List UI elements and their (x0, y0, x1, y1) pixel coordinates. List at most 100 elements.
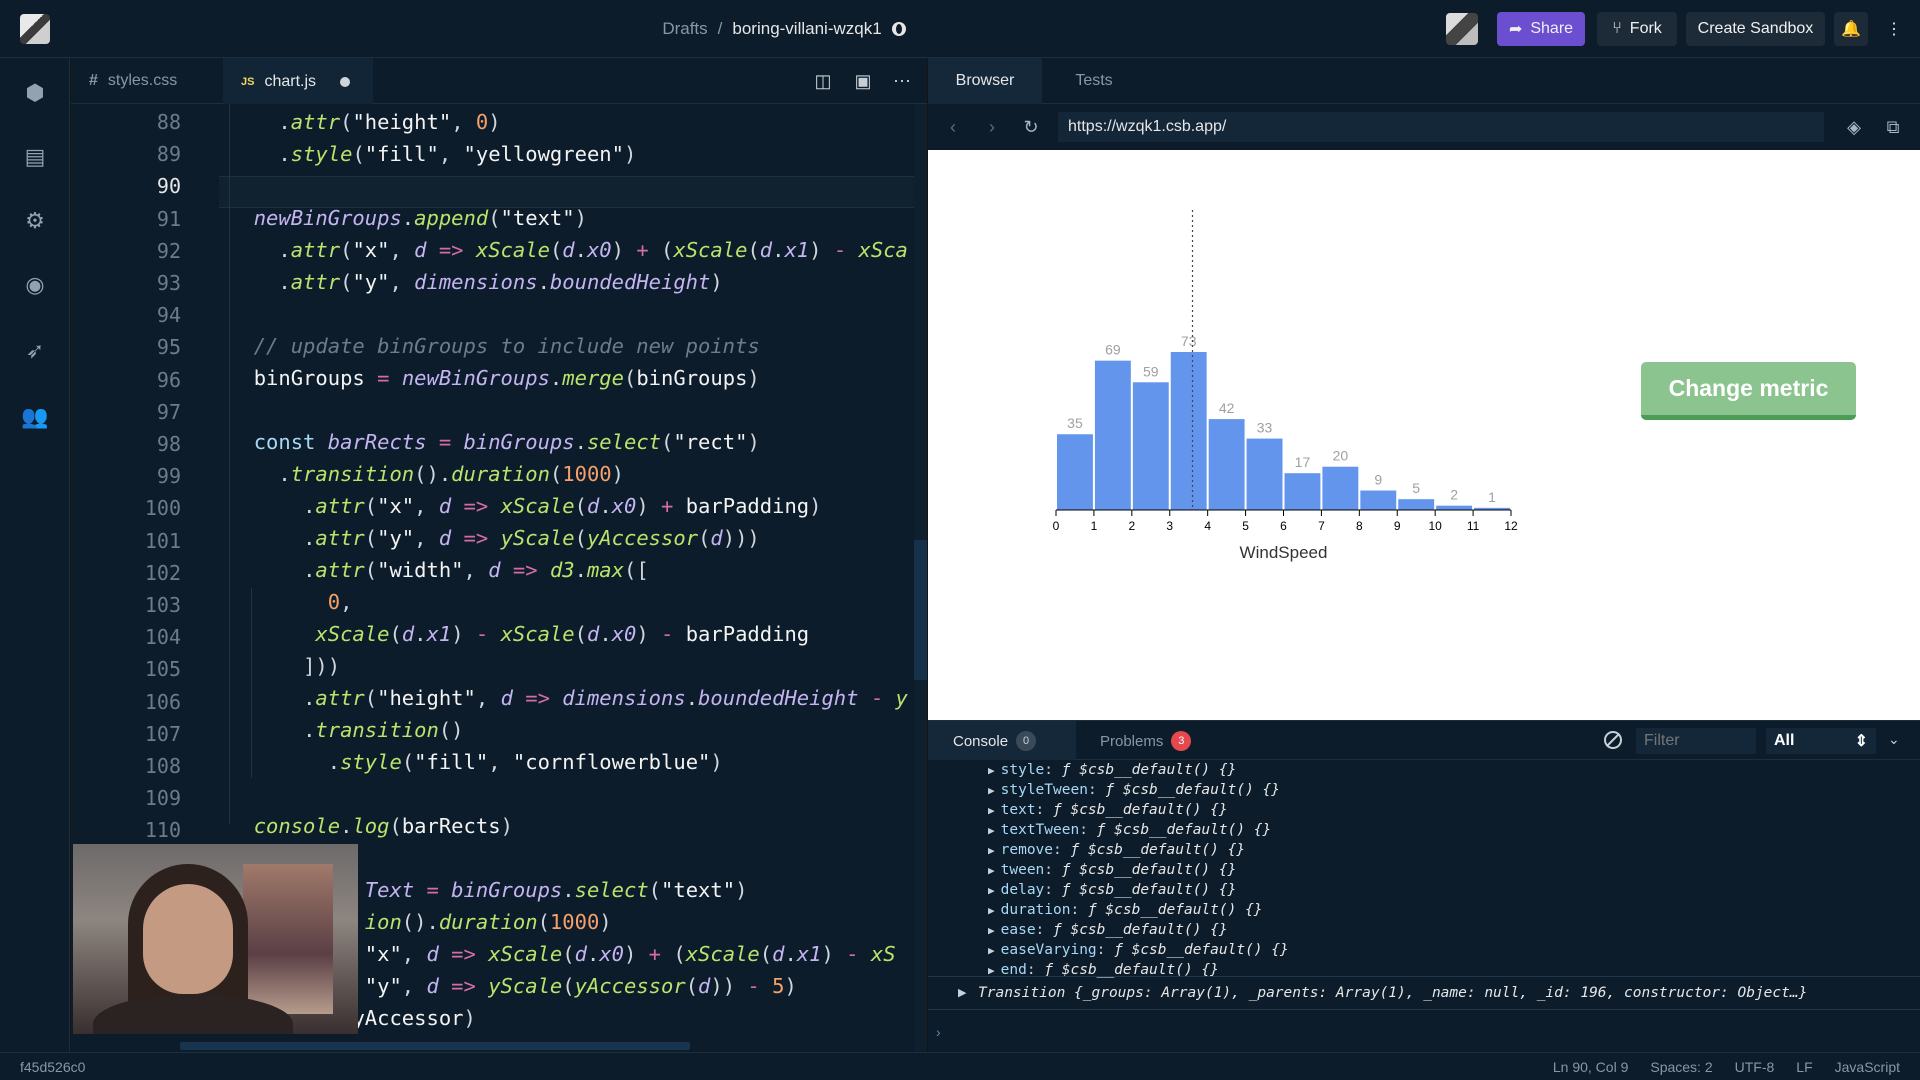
bar-value-label: 17 (1295, 454, 1311, 470)
property-key: duration (1000, 902, 1071, 918)
open-devtools-icon[interactable]: ◈ (1843, 116, 1865, 138)
expand-arrow-icon[interactable]: ▶ (988, 884, 995, 897)
status-bar: f45d526c0 Ln 90, Col 9 Spaces: 2 UTF-8 L… (0, 1052, 1920, 1080)
bar-value-label: 33 (1257, 420, 1273, 436)
github-icon[interactable]: ◉ (22, 272, 48, 298)
clear-console-icon[interactable] (1604, 731, 1622, 749)
browser-url-bar: ‹ › ↻ ◈ ⧉ (928, 104, 1920, 150)
console-property-row[interactable]: ▶ remove: ƒ $csb__default() {} (988, 842, 1245, 858)
console-filter-input[interactable] (1636, 728, 1756, 754)
sandbox-name[interactable]: boring-villani-wzqk1 (732, 19, 881, 39)
expand-arrow-icon[interactable]: ▶ (988, 904, 995, 917)
code-line-108: .style("fill", "cornflowerblue") (327, 750, 723, 774)
line-ending[interactable]: LF (1796, 1059, 1812, 1075)
encoding[interactable]: UTF-8 (1735, 1059, 1775, 1075)
console-property-row[interactable]: ▶ easeVarying: ƒ $csb__default() {} (988, 942, 1289, 958)
expand-arrow-icon[interactable]: ▶ (988, 864, 995, 877)
property-key: remove (1000, 842, 1054, 858)
open-new-window-icon[interactable]: ⧉ (1882, 116, 1904, 138)
breadcrumb-drafts[interactable]: Drafts (662, 19, 707, 39)
language-mode[interactable]: JavaScript (1835, 1059, 1900, 1075)
histogram-bar (1322, 466, 1359, 510)
expand-arrow-icon[interactable]: ▶ (958, 986, 966, 999)
tab-browser[interactable]: Browser (928, 58, 1042, 104)
console-property-row[interactable]: ▶ styleTween: ƒ $csb__default() {} (988, 782, 1280, 798)
property-colon: : (1053, 842, 1071, 858)
expand-arrow-icon[interactable]: ▶ (988, 924, 995, 937)
expand-arrow-icon[interactable]: ▶ (988, 804, 995, 817)
console-prompt-icon[interactable]: › (936, 1024, 941, 1040)
tab-tests[interactable]: Tests (1054, 58, 1134, 104)
expand-arrow-icon[interactable]: ▶ (988, 844, 995, 857)
more-actions-icon[interactable]: ⋯ (891, 70, 913, 92)
x-tick-label: 2 (1128, 519, 1135, 533)
change-metric-button[interactable]: Change metric (1641, 362, 1856, 420)
split-editor-icon[interactable]: ◫ (812, 70, 834, 92)
x-tick-label: 10 (1428, 519, 1442, 533)
console-property-row[interactable]: ▶ tween: ƒ $csb__default() {} (988, 862, 1236, 878)
x-tick-label: 8 (1356, 519, 1363, 533)
line-number: 96 (156, 367, 181, 392)
problems-count-badge: 3 (1171, 731, 1192, 751)
share-button[interactable]: ➦ Share (1497, 12, 1585, 46)
sandbox-cube-icon[interactable]: ⬢ (22, 80, 48, 106)
code-line-104: xScale(d.x1) - xScale(d.x0) - barPadding (315, 622, 810, 646)
x-tick-label: 7 (1318, 519, 1325, 533)
breadcrumb-separator: / (717, 19, 723, 38)
horizontal-scrollbar[interactable] (180, 1042, 690, 1050)
console-property-row[interactable]: ▶ delay: ƒ $csb__default() {} (988, 882, 1236, 898)
line-number: 108 (144, 754, 181, 778)
tab-styles-css[interactable]: # styles.css (71, 58, 223, 104)
console-log-entry[interactable]: ▶ Transition {_groups: Array(1), _parent… (928, 976, 1920, 1010)
editor-scrollbar-thumb[interactable] (914, 540, 927, 680)
chevron-down-icon[interactable]: ⌄ (1888, 731, 1900, 748)
deploy-rocket-icon[interactable]: ➶ (22, 338, 48, 364)
expand-arrow-icon[interactable]: ▶ (988, 824, 995, 837)
bar-value-label: 59 (1143, 363, 1159, 379)
share-label: Share (1530, 20, 1574, 37)
property-value: ƒ $csb__default() {} (1061, 862, 1237, 878)
property-key: text (1000, 802, 1036, 818)
refresh-icon[interactable]: ↻ (1020, 116, 1042, 138)
console-property-row[interactable]: ▶ style: ƒ $csb__default() {} (988, 762, 1236, 778)
expand-arrow-icon[interactable]: ▶ (988, 944, 995, 957)
line-number: 93 (156, 271, 181, 295)
tab-label: Problems (1100, 732, 1164, 750)
indentation[interactable]: Spaces: 2 (1650, 1059, 1712, 1075)
x-tick-label: 1 (1091, 519, 1098, 533)
console-property-row[interactable]: ▶ text: ƒ $csb__default() {} (988, 802, 1228, 818)
expand-arrow-icon[interactable]: ▶ (988, 764, 995, 777)
settings-gear-icon[interactable]: ⚙ (22, 208, 48, 234)
tab-chart-js[interactable]: JS chart.js (223, 58, 373, 104)
fork-button[interactable]: ⑂ Fork (1597, 12, 1677, 46)
notifications-bell-icon[interactable]: 🔔 (1834, 12, 1868, 46)
line-number: 100 (144, 496, 181, 521)
console-property-row[interactable]: ▶ duration: ƒ $csb__default() {} (988, 902, 1263, 918)
files-icon[interactable]: ▤ (22, 144, 48, 170)
console-property-row[interactable]: ▶ textTween: ƒ $csb__default() {} (988, 822, 1271, 838)
globe-icon (891, 22, 906, 36)
cursor-position[interactable]: Ln 90, Col 9 (1553, 1059, 1629, 1075)
tab-problems[interactable]: Problems 3 (1100, 721, 1192, 761)
more-options-icon[interactable]: ⋮ (1877, 12, 1911, 46)
property-value: ƒ $csb__default() {} (1053, 802, 1228, 818)
code-line-95: // update binGroups to include new point… (253, 334, 760, 358)
property-key: styleTween (1000, 782, 1088, 798)
expand-arrow-icon[interactable]: ▶ (988, 784, 995, 797)
live-users-icon[interactable]: 👥 (21, 404, 48, 430)
log-level-select[interactable]: All ⇕ (1766, 728, 1876, 754)
url-input[interactable] (1058, 112, 1824, 142)
tab-console[interactable]: Console 0 (928, 721, 1076, 761)
create-sandbox-button[interactable]: Create Sandbox (1686, 12, 1825, 46)
open-preview-icon[interactable]: ▣ (852, 70, 874, 92)
back-icon[interactable]: ‹ (942, 116, 964, 138)
code-line-101: .attr("y", d => yScale(yAccessor(d))) (303, 526, 760, 550)
property-key: tween (1000, 862, 1045, 878)
avatar[interactable] (1446, 13, 1478, 45)
console-property-row[interactable]: ▶ ease: ƒ $csb__default() {} (988, 922, 1228, 938)
code-line-107: .transition() (303, 718, 464, 742)
bar-value-label: 1 (1488, 489, 1496, 505)
forward-icon[interactable]: › (981, 116, 1003, 138)
property-colon: : (1079, 822, 1097, 838)
code-line-103: 0, (327, 590, 353, 614)
